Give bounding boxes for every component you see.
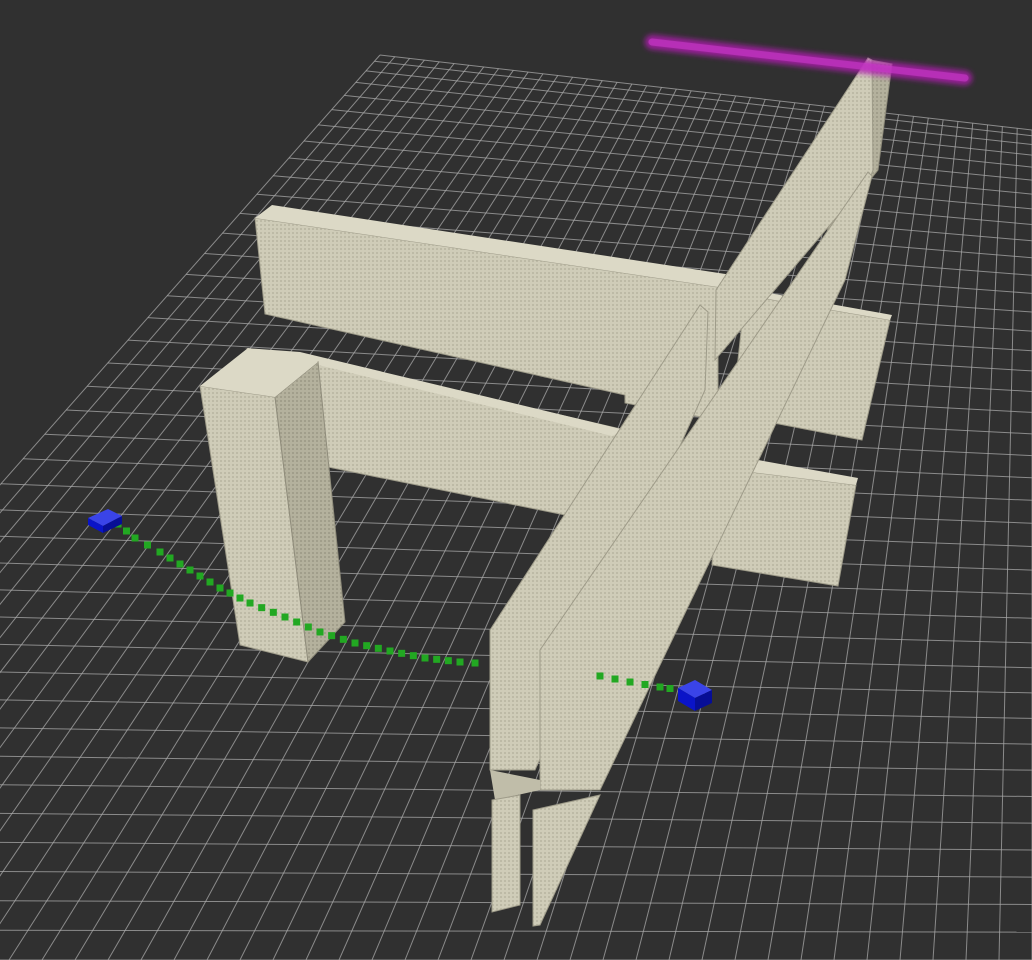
voxel-wall-obstacles	[199, 57, 893, 927]
path-dot	[409, 652, 417, 660]
path-dot	[611, 675, 619, 683]
path-dot	[269, 608, 277, 616]
path-dot	[351, 639, 359, 647]
path-dot	[363, 642, 371, 650]
wall-bottom-leg-left	[491, 794, 521, 913]
grid-line	[0, 535, 1032, 571]
path-dot	[166, 554, 174, 562]
path-dot	[456, 658, 464, 666]
path-dot	[186, 566, 194, 574]
path-dot	[386, 647, 394, 655]
path-dot	[444, 657, 452, 665]
grid-line	[998, 128, 1018, 960]
grid-line	[899, 123, 974, 960]
grid-line	[74, 80, 603, 960]
path-dot	[281, 613, 289, 621]
path-dot	[293, 618, 301, 626]
path-dot	[144, 541, 151, 549]
path-dot	[316, 628, 324, 636]
grid-line	[0, 59, 425, 574]
path-dot	[328, 632, 336, 640]
path-dot	[398, 649, 406, 657]
glow-bar	[645, 35, 972, 85]
path-dot	[131, 534, 139, 542]
grid-line	[0, 56, 396, 514]
path-dot	[641, 681, 649, 688]
path-dot	[471, 659, 479, 667]
path-dot	[156, 548, 164, 556]
path-dot	[421, 654, 429, 662]
grid-line	[0, 929, 1032, 933]
path-dot	[258, 604, 266, 612]
path-dot	[374, 644, 382, 652]
grid-line	[965, 126, 1003, 960]
3d-viewport[interactable]	[0, 0, 1032, 960]
path-dot	[176, 560, 184, 568]
path-dot	[596, 672, 604, 680]
path-dot	[433, 655, 441, 663]
path-dot	[206, 578, 214, 586]
path-dot	[339, 635, 347, 643]
path-dot	[196, 572, 204, 580]
wall-bottom-leg-right	[532, 794, 601, 927]
path-dot	[304, 623, 312, 631]
path-dot	[236, 594, 244, 602]
path-dot	[666, 685, 674, 692]
path-dot	[123, 527, 130, 535]
path-dot	[226, 589, 234, 597]
path-dot	[626, 678, 634, 686]
path-dot	[246, 599, 254, 607]
scene-canvas[interactable]	[0, 0, 1032, 960]
cube-marker[interactable]	[88, 509, 122, 533]
path-dot	[216, 584, 224, 592]
grid-line	[0, 58, 411, 543]
path-dot	[656, 683, 664, 691]
